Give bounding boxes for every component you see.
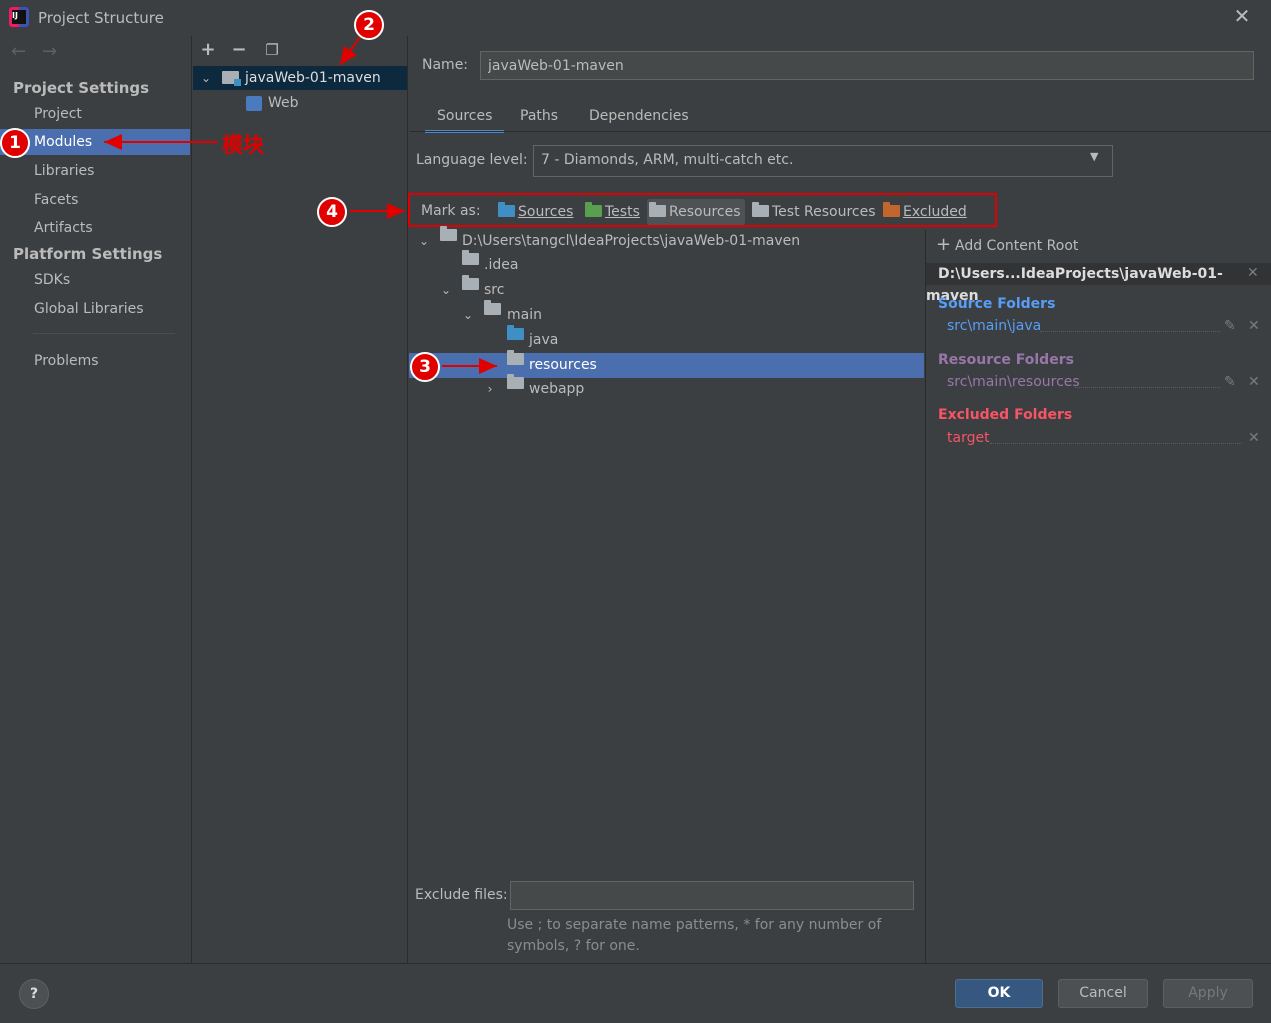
annotation-modules-note: 模块 <box>222 133 264 157</box>
annotation-badge-1: 1 <box>0 128 30 158</box>
annotation-badge-2: 2 <box>354 10 384 40</box>
annotation-badge-4: 4 <box>317 197 347 227</box>
arrow-to-module <box>339 36 361 66</box>
annotation-badge-3: 3 <box>410 352 440 382</box>
annotation-arrows <box>104 36 497 374</box>
